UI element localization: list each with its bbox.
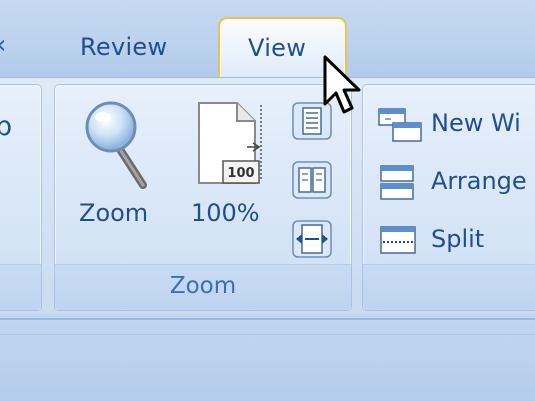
arrange-all-label: Arrange (431, 167, 527, 195)
ribbon-screenshot: ‹ Review View p (0, 0, 535, 401)
zoom-group-label: Zoom (169, 273, 237, 299)
arrange-all-icon (380, 165, 414, 200)
magnifier-icon (85, 101, 147, 189)
tab-review[interactable]: Review (80, 33, 167, 61)
group-window: New Wi Arrange Split (362, 84, 535, 311)
page-icon-badge: 100 (227, 166, 254, 181)
tab-view-label: View (248, 34, 307, 62)
mouse-cursor-icon (323, 55, 361, 114)
ribbon-lower-band (0, 318, 535, 401)
new-window-button[interactable]: New Wi (377, 105, 535, 145)
split-icon (380, 226, 416, 254)
two-pages-button[interactable] (292, 161, 332, 199)
arrange-all-button[interactable]: Arrange (377, 163, 535, 203)
page-100-icon: 100 (198, 102, 262, 184)
divider (0, 334, 535, 335)
group-partial-left: p (0, 84, 42, 311)
page-width-button[interactable] (292, 220, 332, 258)
group-footer (0, 264, 41, 310)
zoom-100-button[interactable]: 100 100% (191, 101, 271, 227)
new-window-icon (378, 108, 422, 142)
two-pages-icon (292, 161, 332, 199)
split-label: Split (431, 225, 485, 253)
ribbon-tab-strip: ‹ Review View (0, 0, 535, 78)
zoom-button-label: Zoom (79, 199, 149, 227)
partial-button-label[interactable]: p (0, 111, 12, 142)
page-width-icon (292, 220, 332, 258)
window-group-footer (363, 264, 535, 310)
zoom-100-button-label: 100% (191, 199, 260, 227)
zoom-group-footer: Zoom (55, 264, 351, 310)
split-button[interactable]: Split (377, 221, 535, 261)
zoom-button[interactable]: Zoom (79, 101, 159, 227)
previous-tab-edge-icon: ‹ (0, 30, 6, 60)
group-zoom: Zoom 100 100% Zoom (54, 84, 352, 311)
ribbon-body: p Zoom 100 100% Zoom New Wi Arrange Spli… (0, 77, 535, 314)
new-window-label: New Wi (431, 109, 521, 137)
